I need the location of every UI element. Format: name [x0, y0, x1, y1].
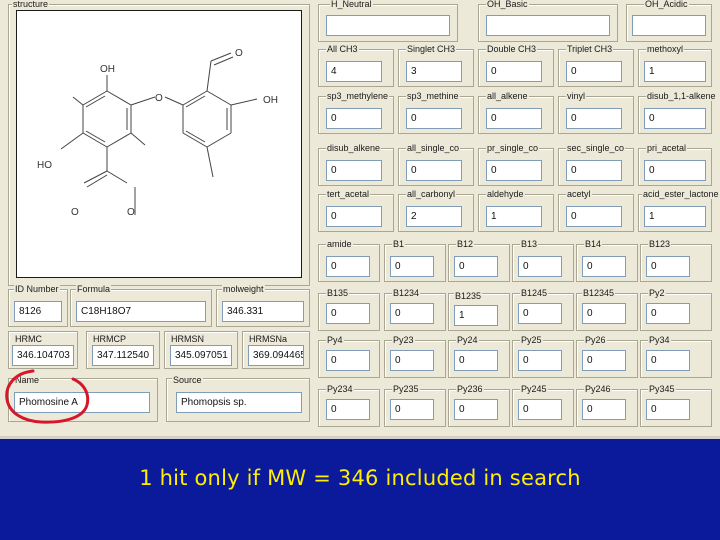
caption-banner: 1 hit only if MW = 346 included in searc…: [0, 439, 720, 540]
grid-cell-field[interactable]: 0: [326, 206, 382, 227]
grid-cell-label: pri_acetal: [646, 143, 688, 153]
grid-cell-label: Py236: [456, 384, 484, 394]
grid-cell-label: B135: [326, 288, 350, 298]
grid-cell-field[interactable]: 0: [326, 399, 370, 420]
grid-cell-label: Py245: [520, 384, 548, 394]
grid-cell-label: Py2: [648, 288, 666, 298]
grid-cell-label: Double CH3: [486, 44, 538, 54]
grid-cell-label: Py34: [648, 335, 671, 345]
grid-cell-label: Py26: [584, 335, 607, 345]
grid-cell-field[interactable]: 1: [486, 206, 542, 227]
grid-cell-field[interactable]: 0: [566, 206, 622, 227]
grid-cell-label: OH_Acidic: [644, 0, 689, 9]
grid-cell-field[interactable]: 0: [644, 108, 706, 129]
grid-cell-label: sec_single_co: [566, 143, 626, 153]
grid-cell-field[interactable]: 0: [582, 350, 626, 371]
grid-cell-field[interactable]: 0: [566, 160, 622, 181]
grid-cell-field[interactable]: 0: [566, 61, 622, 82]
grid-cell-field[interactable]: 0: [326, 108, 382, 129]
grid-cell-label: sp3_methylene: [326, 91, 390, 101]
grid-cell-field[interactable]: 0: [646, 399, 690, 420]
grid-cell-label: methoxyl: [646, 44, 685, 54]
grid-cell-label: Py4: [326, 335, 344, 345]
grid-cell-field[interactable]: 0: [646, 256, 690, 277]
grid-cell-field[interactable]: 0: [518, 399, 562, 420]
grid-cell-field[interactable]: 0: [326, 160, 382, 181]
grid-cell-label: Py24: [456, 335, 479, 345]
form-window-screenshot: structure OH O O OH HO O O ID Number 812…: [0, 0, 720, 439]
grid-cell-field[interactable]: 0: [582, 303, 626, 324]
grid-cell-field[interactable]: 0: [406, 160, 462, 181]
caption-text: 1 hit only if MW = 346 included in searc…: [139, 466, 581, 490]
grid-cell-field[interactable]: 0: [518, 303, 562, 324]
grid-cell-field[interactable]: 0: [646, 303, 690, 324]
grid-cell-label: Py235: [392, 384, 420, 394]
grid-cell-label: B12: [456, 239, 475, 249]
grid-cell-field[interactable]: 2: [406, 206, 462, 227]
grid-cell-label: pr_single_co: [486, 143, 540, 153]
grid-cell-label: acid_ester_lactone: [642, 189, 720, 199]
grid-cell-field[interactable]: 0: [454, 256, 498, 277]
grid-cell-field[interactable]: 0: [390, 399, 434, 420]
grid-cell-label: Py23: [392, 335, 415, 345]
grid-cell-field[interactable]: 0: [582, 256, 626, 277]
grid-cell-label: Singlet CH3: [406, 44, 457, 54]
grid-cell-field[interactable]: 1: [644, 61, 706, 82]
grid-cell-field[interactable]: 0: [518, 256, 562, 277]
grid-cell-field[interactable]: 1: [454, 305, 498, 326]
grid-cell-field[interactable]: 1: [644, 206, 706, 227]
grid-cell-label: B13: [520, 239, 539, 249]
grid-cell-field[interactable]: 0: [390, 350, 434, 371]
grid-cell-field[interactable]: 0: [454, 399, 498, 420]
grid-cell-label: H_Neutral: [330, 0, 373, 9]
grid-cell-field[interactable]: 0: [582, 399, 626, 420]
grid-cell-field[interactable]: [486, 15, 610, 36]
grid-cell-label: all_alkene: [486, 91, 529, 101]
grid-cell-field[interactable]: [632, 15, 706, 36]
grid-cell-label: sp3_methine: [406, 91, 460, 101]
grid-cell-field[interactable]: 0: [644, 160, 706, 181]
grid-cell-field[interactable]: 3: [406, 61, 462, 82]
grid-cell-label: Triplet CH3: [566, 44, 614, 54]
grid-cell-label: B1235: [454, 291, 483, 301]
grid-cell-field[interactable]: 0: [518, 350, 562, 371]
grid-cell-field[interactable]: 0: [406, 108, 462, 129]
grid-cell-label: B123: [648, 239, 672, 249]
grid-cell-field[interactable]: [326, 15, 450, 36]
grid-cell-label: B14: [584, 239, 603, 249]
grid-cell-label: all_single_co: [406, 143, 461, 153]
grid-cell-label: tert_acetal: [326, 189, 371, 199]
grid-cell-label: disub_1,1-alkene: [646, 91, 717, 101]
grid-cell-field[interactable]: 0: [486, 108, 542, 129]
grid-cell-label: all_carbonyl: [406, 189, 457, 199]
grid-cell-label: B1: [392, 239, 406, 249]
grid-cell-label: vinyl: [566, 91, 587, 101]
grid-cell-field[interactable]: 4: [326, 61, 382, 82]
grid-cell-label: All CH3: [326, 44, 359, 54]
grid-cell-field[interactable]: 0: [390, 303, 434, 324]
grid-cell-label: aldehyde: [486, 189, 525, 199]
grid-cell-field[interactable]: 0: [454, 350, 498, 371]
grid-cell-field[interactable]: 0: [326, 303, 370, 324]
grid-cell-label: amide: [326, 239, 353, 249]
grid-cell-label: disub_alkene: [326, 143, 382, 153]
grid-cell-field[interactable]: 0: [486, 61, 542, 82]
grid-cell-label: B1234: [392, 288, 421, 298]
grid-cell-label: Py345: [648, 384, 676, 394]
grid-cell-field[interactable]: 0: [566, 108, 622, 129]
grid-cell-label: Py246: [584, 384, 612, 394]
grid-cell-label: acetyl: [566, 189, 592, 199]
grid-cell-label: Py234: [326, 384, 354, 394]
grid-cell-label: Py25: [520, 335, 543, 345]
grid-cell-field[interactable]: 0: [646, 350, 690, 371]
grid-cell-label: B1245: [520, 288, 549, 298]
grid-cell-field[interactable]: 0: [486, 160, 542, 181]
grid-cell-label: OH_Basic: [486, 0, 529, 9]
descriptor-grid: H_Neutral OH_Basic OH_Acidic All CH3 4 S…: [0, 0, 720, 436]
grid-cell-field[interactable]: 0: [326, 350, 370, 371]
grid-cell-label: B12345: [582, 288, 616, 298]
grid-cell-field[interactable]: 0: [326, 256, 370, 277]
grid-cell-field[interactable]: 0: [390, 256, 434, 277]
